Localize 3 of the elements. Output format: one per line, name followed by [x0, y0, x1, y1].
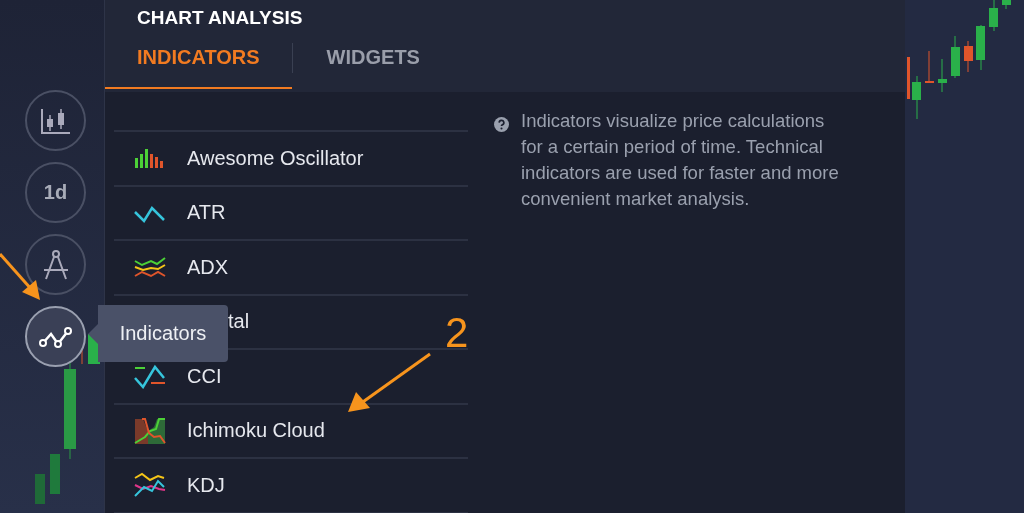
panel-title: CHART ANALYSIS	[137, 6, 304, 29]
tooltip: Indicators	[88, 305, 228, 362]
description-text: Indicators visualize price calculations for a certain period of time. Technical indicators are used for faster and more convenient market analysis.	[521, 109, 839, 211]
